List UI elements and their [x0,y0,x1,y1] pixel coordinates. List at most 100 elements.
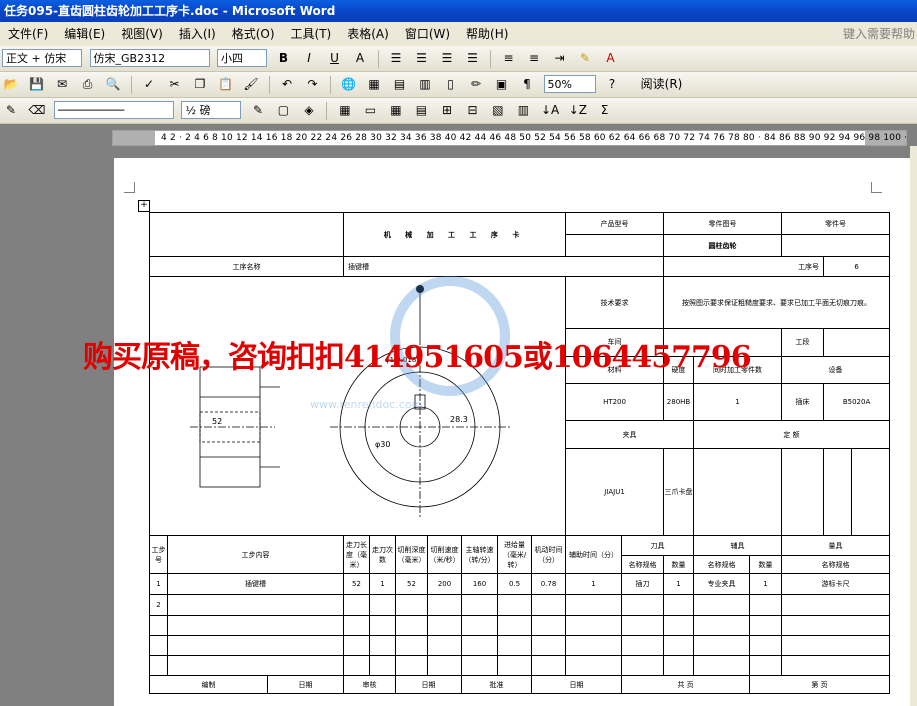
show-hide-icon[interactable]: ¶ [517,74,537,94]
approved-by-label: 批准 [461,675,533,694]
shading-color-icon[interactable]: ◈ [299,100,319,120]
menu-view[interactable]: 视图(V) [113,22,171,46]
menu-tools[interactable]: 工具(T) [283,22,340,46]
doc-map-icon[interactable]: ▣ [492,74,512,94]
cell [149,655,168,676]
sub-cutter-spec: 名称规格 [621,555,665,574]
sub-aux-qty: 数量 [749,555,783,574]
cell [781,594,891,616]
style-combo[interactable]: 正文 + 仿宋 [2,49,82,67]
insert-table2-icon[interactable]: ▦ [335,100,355,120]
cell [166,655,345,676]
drawing-icon[interactable]: ✏ [466,74,486,94]
help-icon[interactable]: ? [602,74,622,94]
highlight-icon[interactable]: ✎ [575,48,595,68]
insert-table-icon[interactable]: ▤ [390,74,410,94]
fixture-name: 三爪卡盘 [663,447,695,537]
horizontal-ruler[interactable]: 4 2 · 2 4 6 8 10 12 14 16 18 20 22 24 26… [112,130,907,146]
font-size-combo[interactable]: 小四 [217,49,267,67]
print-preview-icon[interactable]: 🔍 [103,74,123,94]
zoom-combo[interactable]: 50% [543,75,596,93]
paste-icon[interactable]: 📋 [216,74,236,94]
border-color-icon[interactable]: ✎ [248,100,268,120]
redo-icon[interactable]: ↷ [303,74,323,94]
tables-borders-icon[interactable]: ▦ [364,74,384,94]
save-icon[interactable]: 💾 [27,74,47,94]
italic-button[interactable]: I [299,48,319,68]
align-right-icon[interactable]: ☰ [437,48,457,68]
cut-icon[interactable]: ✂ [165,74,185,94]
columns-icon[interactable]: ▯ [441,74,461,94]
print-icon[interactable]: ⎙ [78,74,98,94]
copy-icon[interactable]: ❐ [190,74,210,94]
bold-button[interactable]: B [274,48,294,68]
menu-edit[interactable]: 编辑(E) [56,22,113,46]
menu-insert[interactable]: 插入(I) [171,22,224,46]
char-border-button[interactable]: A [350,48,370,68]
align-left-icon[interactable]: ☰ [386,48,406,68]
table-move-handle-icon[interactable]: + [138,200,150,212]
line-style-combo[interactable]: ────────── [53,101,174,119]
bullets-icon[interactable]: ≡ [524,48,544,68]
menu-format[interactable]: 格式(O) [224,22,283,46]
cell: 专业夹具 [693,573,751,595]
cell [461,615,499,636]
draw-table-icon[interactable]: ✎ [1,100,21,120]
text-direction-icon[interactable]: ▥ [513,100,533,120]
cell [461,594,499,616]
page-no-label: 第 页 [749,675,891,694]
format-painter-icon[interactable]: 🖌 [241,74,261,94]
line-weight-combo[interactable]: ½ 磅 [181,101,242,119]
menu-table[interactable]: 表格(A) [339,22,397,46]
eraser-icon[interactable]: ⌫ [27,100,48,120]
table-row [149,655,891,676]
cell [565,594,623,616]
cell [369,615,397,636]
font-color-icon[interactable]: A [601,48,621,68]
numbering-icon[interactable]: ≡ [499,48,519,68]
menu-file[interactable]: 文件(F) [0,22,56,46]
cell [621,655,665,676]
open-icon[interactable]: 📂 [1,74,21,94]
menu-window[interactable]: 窗口(W) [397,22,458,46]
help-search-input[interactable]: 键入需要帮助 [843,22,915,46]
read-button[interactable]: 阅读(R) [628,74,696,94]
align-cell-icon[interactable]: ▤ [411,100,431,120]
cell [427,655,463,676]
table-row [149,635,891,656]
ruler-left-margin [113,131,155,145]
font-combo[interactable]: 仿宋_GB2312 [89,49,210,67]
indent-icon[interactable]: ⇥ [550,48,570,68]
cell [693,615,751,636]
cell [395,594,429,616]
product-model-label: 产品型号 [565,212,665,235]
vertical-scrollbar[interactable] [910,146,917,706]
cell [621,615,665,636]
cell: 52 [343,573,371,595]
shift-qty-value [823,447,853,537]
cell: 1 [565,573,623,595]
split-cells-icon[interactable]: ▦ [386,100,406,120]
align-center-icon[interactable]: ☰ [412,48,432,68]
distribute-rows-icon[interactable]: ⊞ [437,100,457,120]
underline-button[interactable]: U [325,48,345,68]
crop-mark-top-left [124,182,135,193]
menu-help[interactable]: 帮助(H) [458,22,516,46]
card-header-blank [148,212,345,257]
outside-border-icon[interactable]: ▢ [273,100,293,120]
col-feed: 进给量（毫米/转） [497,535,533,574]
spelling-icon[interactable]: ✓ [139,74,159,94]
hyperlink-icon[interactable]: 🌐 [339,74,359,94]
insert-excel-icon[interactable]: ▥ [415,74,435,94]
autoformat-icon[interactable]: ▧ [488,100,508,120]
sort-desc-icon[interactable]: ↓Z [567,100,589,120]
sort-asc-icon[interactable]: ↓A [539,100,561,120]
merge-cells-icon[interactable]: ▭ [360,100,380,120]
distribute-cols-icon[interactable]: ⊟ [462,100,482,120]
autosum-icon[interactable]: Σ [595,100,615,120]
justify-icon[interactable]: ☰ [463,48,483,68]
cell: 2 [149,594,168,616]
undo-icon[interactable]: ↶ [277,74,297,94]
cell [749,635,783,656]
permission-icon[interactable]: ✉ [52,74,72,94]
